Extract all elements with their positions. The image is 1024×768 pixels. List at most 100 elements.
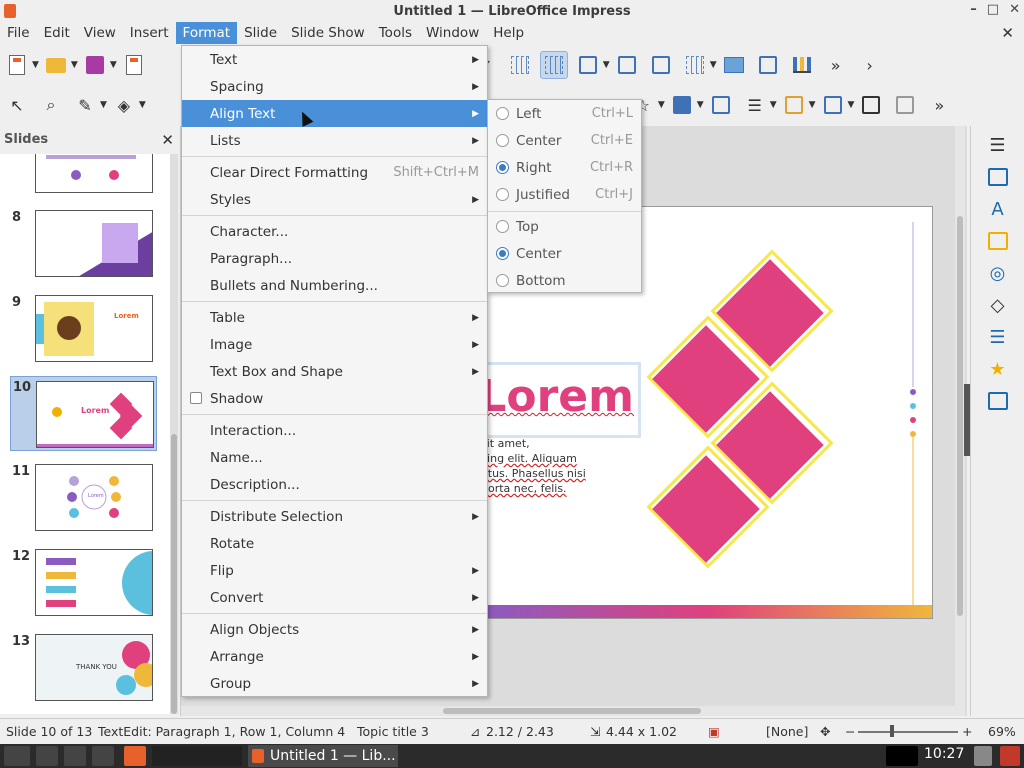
slide-thumbnail-partial[interactable] xyxy=(10,154,156,199)
impress-launcher-icon[interactable] xyxy=(124,746,146,766)
menu-item-flip[interactable]: Flip ▶ xyxy=(182,557,487,584)
minimize-icon[interactable]: – xyxy=(970,2,977,17)
align-vertical-center-item[interactable]: Center xyxy=(488,240,641,267)
shadow-button[interactable] xyxy=(857,91,885,119)
insert-media-button[interactable] xyxy=(754,51,782,79)
slides-scrollbar[interactable] xyxy=(170,154,178,714)
menu-item-text-box-and-shape[interactable]: Text Box and Shape ▶ xyxy=(182,358,487,385)
horizontal-scrollbar[interactable] xyxy=(181,706,955,716)
align-top-item[interactable]: Top xyxy=(488,213,641,240)
user-icon[interactable] xyxy=(974,746,992,766)
start-menu-icon[interactable] xyxy=(4,746,30,766)
slide-thumbnail-9[interactable]: 9 Lorem xyxy=(10,295,156,368)
menu-window[interactable]: Window xyxy=(419,22,486,44)
body-textbox[interactable]: sit amet, cing elit. Aliquam etus. Phase… xyxy=(481,436,601,500)
chevron-down-icon[interactable]: ▼ xyxy=(809,100,816,110)
chevron-down-icon[interactable]: ▼ xyxy=(100,100,107,110)
master-slide-button[interactable] xyxy=(613,51,641,79)
slide-thumbnail-13[interactable]: 13 THANK YOU xyxy=(10,634,156,707)
insert-chart-button[interactable] xyxy=(788,51,816,79)
sidebar-menu-button[interactable]: ☰ xyxy=(987,134,1009,156)
save-button[interactable] xyxy=(81,51,109,79)
menu-item-spacing[interactable]: Spacing ▶ xyxy=(182,73,487,100)
menu-item-description[interactable]: Description... xyxy=(182,471,487,498)
chevron-down-icon[interactable]: ▼ xyxy=(770,100,777,110)
menu-item-arrange[interactable]: Arrange ▶ xyxy=(182,643,487,670)
zoom-slider[interactable] xyxy=(858,731,958,733)
menu-file[interactable]: File xyxy=(0,22,37,44)
align-objects-button[interactable]: ☰ xyxy=(741,91,769,119)
more-toolbar-button-3[interactable]: » xyxy=(925,91,953,119)
menu-item-character[interactable]: Character... xyxy=(182,218,487,245)
display-grid-button[interactable] xyxy=(506,51,534,79)
fit-slide-icon[interactable]: ✥ xyxy=(820,724,830,739)
line-color-button[interactable]: ✎ xyxy=(71,91,99,119)
gallery-button[interactable] xyxy=(987,230,1009,252)
display-views-button[interactable] xyxy=(574,51,602,79)
chevron-down-icon[interactable]: ▼ xyxy=(139,100,146,110)
zoom-in-icon[interactable]: + xyxy=(962,724,972,739)
insert-image-button[interactable] xyxy=(720,51,748,79)
zoom-out-icon[interactable]: − xyxy=(845,724,855,739)
menu-item-align-text[interactable]: Align Text ▶ xyxy=(182,100,487,127)
close-document-icon[interactable]: ✕ xyxy=(1001,24,1014,42)
menu-edit[interactable]: Edit xyxy=(37,22,77,44)
fill-color-button[interactable]: ◈ xyxy=(110,91,138,119)
slide-transition-button[interactable]: ☰ xyxy=(987,326,1009,348)
align-vertical-center-radio[interactable] xyxy=(496,247,509,260)
more-toolbar-button[interactable]: » xyxy=(822,51,850,79)
align-top-radio[interactable] xyxy=(496,220,509,233)
slides-list[interactable]: 8 9 Lorem 10 Lorem 11 Lorem 12 13 THANK … xyxy=(0,154,170,714)
zoom-slider-knob[interactable] xyxy=(890,725,894,737)
menu-item-paragraph[interactable]: Paragraph... xyxy=(182,245,487,272)
align-left-radio[interactable] xyxy=(496,107,509,120)
chevron-down-icon[interactable]: ▼ xyxy=(697,100,704,110)
helplines-button[interactable] xyxy=(539,51,568,79)
maximize-icon[interactable]: □ xyxy=(987,2,999,17)
master-slides-button[interactable] xyxy=(987,390,1009,412)
menu-slide-show[interactable]: Slide Show xyxy=(284,22,372,44)
arrange-button[interactable] xyxy=(780,91,808,119)
chevron-down-icon[interactable]: ▼ xyxy=(32,60,39,70)
document-modified-icon[interactable]: ▣ xyxy=(708,724,720,739)
slide-thumbnail-10[interactable]: 10 Lorem xyxy=(10,376,157,451)
menu-item-rotate[interactable]: Rotate xyxy=(182,530,487,557)
shadow-checkbox[interactable] xyxy=(190,392,202,404)
chevron-down-icon[interactable]: ▼ xyxy=(71,60,78,70)
distribute-button[interactable] xyxy=(819,91,847,119)
align-left-item[interactable]: Left Ctrl+L xyxy=(488,100,641,127)
close-pane-icon[interactable]: ✕ xyxy=(161,126,174,154)
align-bottom-radio[interactable] xyxy=(496,274,509,287)
align-center-item[interactable]: Center Ctrl+E xyxy=(488,127,641,154)
properties-button[interactable] xyxy=(987,166,1009,188)
menu-item-group[interactable]: Group ▶ xyxy=(182,670,487,697)
power-icon[interactable] xyxy=(1000,746,1020,766)
menu-tools[interactable]: Tools xyxy=(372,22,419,44)
align-right-radio[interactable] xyxy=(496,161,509,174)
styles-button[interactable]: A xyxy=(987,198,1009,220)
menu-item-bullets-and-numbering[interactable]: Bullets and Numbering... xyxy=(182,272,487,299)
scrollbar-thumb[interactable] xyxy=(171,434,177,714)
new-document-button[interactable] xyxy=(3,51,31,79)
layout-name[interactable]: Topic title 3 xyxy=(357,724,429,739)
menu-item-image[interactable]: Image ▶ xyxy=(182,331,487,358)
menu-item-table[interactable]: Table ▶ xyxy=(182,304,487,331)
more-toolbar-button-2[interactable]: › xyxy=(856,51,884,79)
language-indicator[interactable]: [None] xyxy=(766,724,808,739)
chevron-down-icon[interactable]: ▼ xyxy=(110,60,117,70)
scrollbar-thumb[interactable] xyxy=(957,216,963,616)
menu-item-convert[interactable]: Convert ▶ xyxy=(182,584,487,611)
align-justified-item[interactable]: Justified Ctrl+J xyxy=(488,181,641,208)
menu-item-align-objects[interactable]: Align Objects ▶ xyxy=(182,616,487,643)
menu-item-styles[interactable]: Styles ▶ xyxy=(182,186,487,213)
insert-table-button[interactable] xyxy=(681,51,709,79)
scrollbar-thumb[interactable] xyxy=(443,708,701,714)
taskbar-window-button[interactable]: Untitled 1 — Lib... xyxy=(248,745,398,767)
points-button[interactable] xyxy=(707,91,735,119)
start-slideshow-button[interactable] xyxy=(647,51,675,79)
browser-icon[interactable] xyxy=(64,746,86,766)
menu-help[interactable]: Help xyxy=(486,22,531,44)
animation-button[interactable]: ★ xyxy=(987,358,1009,380)
workspace-switcher[interactable] xyxy=(152,746,242,766)
files-icon[interactable] xyxy=(36,746,58,766)
